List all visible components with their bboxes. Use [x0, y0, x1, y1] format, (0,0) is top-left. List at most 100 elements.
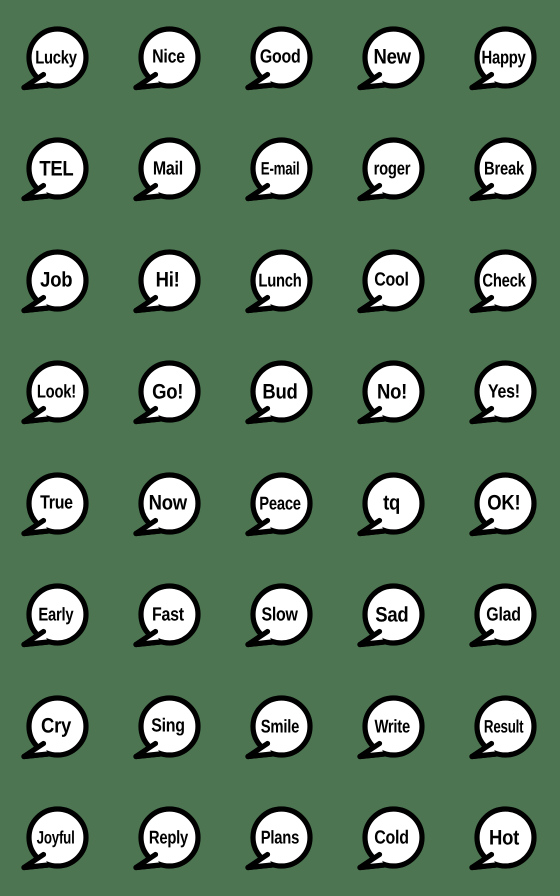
emoji-cell[interactable]: Break: [448, 116, 560, 228]
speech-bubble-icon[interactable]: Lucky: [21, 25, 91, 95]
bubble-label: Slow: [261, 604, 299, 626]
bubble-label: Early: [38, 603, 74, 625]
bubble-label: Good: [259, 46, 301, 68]
bubble-label: Cool: [374, 269, 410, 291]
bubble-label: Joyful: [37, 827, 75, 848]
bubble-label: TEL: [38, 157, 74, 181]
speech-bubble-icon[interactable]: Slow: [245, 582, 315, 652]
speech-bubble-icon[interactable]: Happy: [469, 25, 539, 95]
emoji-cell[interactable]: Write: [336, 673, 448, 785]
bubble-label: Fast: [152, 604, 184, 626]
emoji-cell[interactable]: Peace: [224, 450, 336, 562]
bubble-label: Mail: [152, 158, 184, 180]
speech-bubble-icon[interactable]: Hi!: [133, 248, 203, 318]
emoji-cell[interactable]: Joyful: [0, 785, 112, 896]
speech-bubble-icon[interactable]: Mail: [133, 136, 203, 206]
speech-bubble-icon[interactable]: Now: [133, 471, 203, 541]
speech-bubble-icon[interactable]: Lunch: [245, 248, 315, 318]
emoji-cell[interactable]: Hi!: [112, 227, 224, 339]
emoji-cell[interactable]: Go!: [112, 339, 224, 451]
speech-bubble-icon[interactable]: Glad: [469, 582, 539, 652]
emoji-cell[interactable]: Reply: [112, 785, 224, 896]
emoji-sheet: Lucky Nice Good New Happy TEL Mail E-mail roger B…: [0, 0, 560, 896]
speech-bubble-icon[interactable]: Reply: [133, 805, 203, 875]
emoji-cell[interactable]: Lunch: [224, 227, 336, 339]
speech-bubble-icon[interactable]: E-mail: [245, 136, 315, 206]
emoji-cell[interactable]: Yes!: [448, 339, 560, 451]
emoji-cell[interactable]: Glad: [448, 562, 560, 674]
emoji-cell[interactable]: Sing: [112, 673, 224, 785]
speech-bubble-icon[interactable]: Sing: [133, 694, 203, 764]
emoji-cell[interactable]: Now: [112, 450, 224, 562]
speech-bubble-icon[interactable]: Hot: [469, 805, 539, 875]
speech-bubble-icon[interactable]: Peace: [245, 471, 315, 541]
emoji-cell[interactable]: Bud: [224, 339, 336, 451]
emoji-cell[interactable]: No!: [336, 339, 448, 451]
bubble-label: Glad: [486, 604, 522, 626]
speech-bubble-icon[interactable]: Plans: [245, 805, 315, 875]
speech-bubble-icon[interactable]: OK!: [469, 471, 539, 541]
bubble-label: Check: [482, 269, 526, 290]
emoji-cell[interactable]: TEL: [0, 116, 112, 228]
emoji-cell[interactable]: Cool: [336, 227, 448, 339]
emoji-cell[interactable]: Cry: [0, 673, 112, 785]
speech-bubble-icon[interactable]: Job: [21, 248, 91, 318]
speech-bubble-icon[interactable]: Cool: [357, 248, 427, 318]
emoji-cell[interactable]: New: [336, 4, 448, 116]
emoji-cell[interactable]: Smile: [224, 673, 336, 785]
speech-bubble-icon[interactable]: Good: [245, 25, 315, 95]
speech-bubble-icon[interactable]: Check: [469, 248, 539, 318]
speech-bubble-icon[interactable]: Bud: [245, 359, 315, 429]
emoji-cell[interactable]: tq: [336, 450, 448, 562]
emoji-cell[interactable]: Nice: [112, 4, 224, 116]
speech-bubble-icon[interactable]: Cold: [357, 805, 427, 875]
emoji-cell[interactable]: Good: [224, 4, 336, 116]
emoji-cell[interactable]: Slow: [224, 562, 336, 674]
speech-bubble-icon[interactable]: Cry: [21, 694, 91, 764]
emoji-cell[interactable]: Sad: [336, 562, 448, 674]
emoji-cell[interactable]: E-mail: [224, 116, 336, 228]
emoji-cell[interactable]: Happy: [448, 4, 560, 116]
speech-bubble-icon[interactable]: TEL: [21, 136, 91, 206]
emoji-cell[interactable]: Mail: [112, 116, 224, 228]
speech-bubble-icon[interactable]: Write: [357, 694, 427, 764]
speech-bubble-icon[interactable]: No!: [357, 359, 427, 429]
speech-bubble-icon[interactable]: Nice: [133, 25, 203, 95]
emoji-cell[interactable]: roger: [336, 116, 448, 228]
speech-bubble-icon[interactable]: Smile: [245, 694, 315, 764]
speech-bubble-icon[interactable]: Yes!: [469, 359, 539, 429]
emoji-cell[interactable]: True: [0, 450, 112, 562]
emoji-cell[interactable]: Early: [0, 562, 112, 674]
emoji-cell[interactable]: Fast: [112, 562, 224, 674]
speech-bubble-icon[interactable]: tq: [357, 471, 427, 541]
emoji-cell[interactable]: Look!: [0, 339, 112, 451]
emoji-cell[interactable]: Cold: [336, 785, 448, 896]
speech-bubble-icon[interactable]: roger: [357, 136, 427, 206]
speech-bubble-icon[interactable]: Go!: [133, 359, 203, 429]
speech-bubble-icon[interactable]: Fast: [133, 582, 203, 652]
bubble-label: roger: [373, 157, 411, 179]
speech-bubble-icon[interactable]: True: [21, 471, 91, 541]
speech-bubble-icon[interactable]: Sad: [357, 582, 427, 652]
emoji-cell[interactable]: Result: [448, 673, 560, 785]
bubble-label: Cold: [374, 827, 410, 849]
bubble-label: No!: [376, 380, 408, 404]
bubble-label: Cry: [40, 714, 72, 738]
bubble-label: tq: [383, 491, 401, 515]
emoji-cell[interactable]: Job: [0, 227, 112, 339]
emoji-cell[interactable]: Lucky: [0, 4, 112, 116]
speech-bubble-icon[interactable]: New: [357, 25, 427, 95]
emoji-cell[interactable]: OK!: [448, 450, 560, 562]
speech-bubble-icon[interactable]: Result: [469, 694, 539, 764]
speech-bubble-icon[interactable]: Break: [469, 136, 539, 206]
bubble-label: Lunch: [258, 269, 302, 290]
emoji-cell[interactable]: Hot: [448, 785, 560, 896]
bubble-label: Now: [148, 491, 188, 515]
emoji-cell[interactable]: Check: [448, 227, 560, 339]
emoji-cell[interactable]: Plans: [224, 785, 336, 896]
speech-bubble-icon[interactable]: Early: [21, 582, 91, 652]
bubble-label: E-mail: [260, 158, 300, 179]
speech-bubble-icon[interactable]: Joyful: [21, 805, 91, 875]
bubble-label: Happy: [481, 46, 527, 67]
speech-bubble-icon[interactable]: Look!: [21, 359, 91, 429]
